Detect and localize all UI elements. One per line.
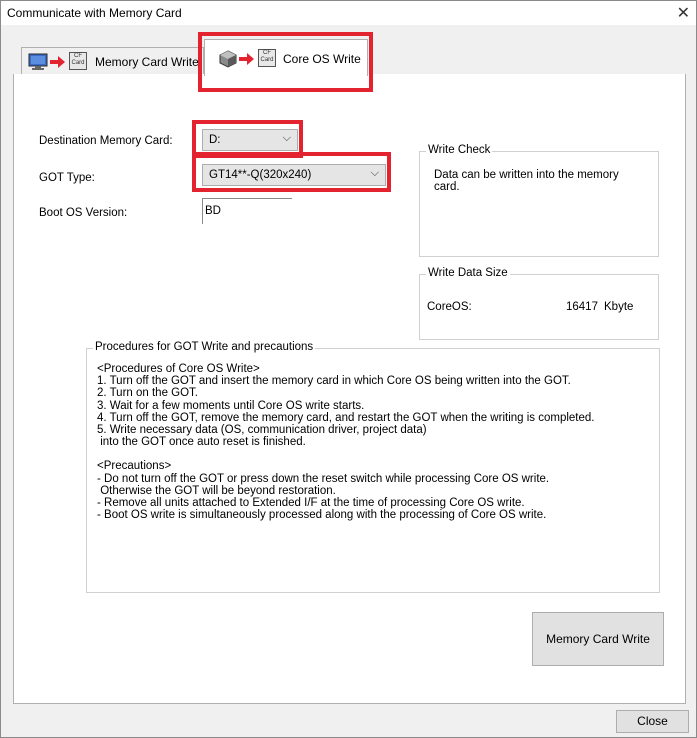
boot-os-value: BD bbox=[205, 205, 221, 217]
tab-memory-card-write[interactable]: CF Card Memory Card Write bbox=[21, 47, 204, 75]
highlight-box-tab bbox=[198, 32, 373, 92]
procedure-line: - Do not turn off the GOT or press down … bbox=[97, 472, 550, 485]
got-type-label: GOT Type: bbox=[39, 172, 95, 184]
window-title: Communicate with Memory Card bbox=[7, 6, 182, 20]
boot-os-label: Boot OS Version: bbox=[39, 207, 128, 219]
write-check-message: Data can be written into the memory card… bbox=[434, 169, 619, 193]
tab-label-memory-card-write: Memory Card Write bbox=[95, 55, 199, 69]
procedure-line: 3. Wait for a few moments until Core OS … bbox=[97, 399, 365, 412]
close-button[interactable]: Close bbox=[616, 710, 689, 733]
procedures-title: Procedures for GOT Write and precautions bbox=[93, 341, 316, 353]
write-check-title: Write Check bbox=[426, 144, 493, 156]
cf-card-icon-subtext: Card bbox=[71, 60, 85, 66]
procedure-line: 2. Turn on the GOT. bbox=[97, 387, 198, 400]
cf-card-icon: CF Card bbox=[69, 52, 87, 70]
boot-os-field: BD bbox=[202, 198, 292, 224]
procedure-line: 5. Write necessary data (OS, communicati… bbox=[97, 424, 427, 437]
procedures-text: <Procedures of Core OS Write> 1. Turn of… bbox=[97, 363, 595, 521]
dialog-window: Communicate with Memory Card ✕ CF Card M… bbox=[0, 0, 697, 738]
procedure-line: 1. Turn off the GOT and insert the memor… bbox=[97, 375, 571, 388]
procedure-line bbox=[97, 448, 595, 460]
write-check-message-line: card. bbox=[434, 181, 460, 193]
write-data-size-title: Write Data Size bbox=[426, 267, 510, 279]
procedure-line: <Procedures of Core OS Write> bbox=[97, 363, 260, 375]
coreos-size-unit: Kbyte bbox=[604, 301, 634, 313]
cf-card-icon-text: CF bbox=[74, 53, 82, 59]
highlight-box-got-type bbox=[192, 152, 391, 192]
memory-card-write-button[interactable]: Memory Card Write bbox=[532, 612, 664, 666]
destination-label: Destination Memory Card: bbox=[39, 135, 173, 147]
monitor-icon bbox=[28, 53, 48, 70]
procedure-line: into the GOT once auto reset is finished… bbox=[97, 436, 306, 449]
procedure-line: 4. Turn off the GOT, remove the memory c… bbox=[97, 411, 595, 424]
procedure-line: Otherwise the GOT will be beyond restora… bbox=[97, 484, 336, 497]
write-check-group: Write Check Data can be written into the… bbox=[419, 144, 659, 257]
procedure-line: - Remove all units attached to Extended … bbox=[97, 497, 525, 510]
arrow-right-icon bbox=[50, 56, 65, 68]
procedure-line: <Precautions> bbox=[97, 460, 172, 473]
write-check-message-line: Data can be written into the memory bbox=[434, 169, 619, 181]
close-window-icon[interactable]: ✕ bbox=[677, 3, 690, 23]
coreos-size-value: 16417 bbox=[566, 301, 598, 313]
write-data-size-group: Write Data Size CoreOS: 16417 Kbyte bbox=[419, 267, 659, 340]
procedure-line: - Boot OS write is simultaneously proces… bbox=[97, 509, 547, 522]
title-bar: Communicate with Memory Card ✕ bbox=[1, 1, 696, 25]
coreos-size-label: CoreOS: bbox=[427, 301, 472, 313]
procedures-group: Procedures for GOT Write and precautions… bbox=[86, 341, 660, 593]
